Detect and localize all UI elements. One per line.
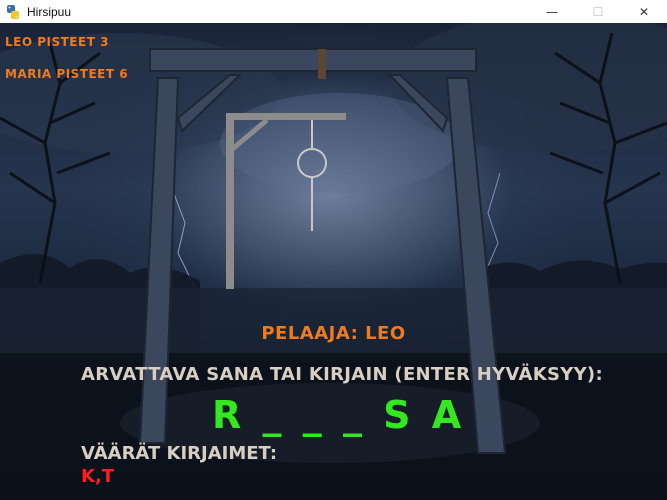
hangman-drawing: [226, 113, 346, 289]
title-bar[interactable]: Hirsipuu — ☐ ✕: [0, 0, 667, 24]
gallows-post: [226, 113, 234, 289]
wrong-letters-label: VÄÄRÄT KIRJAIMET:: [81, 443, 278, 464]
noose-loop: [297, 148, 327, 178]
wrong-letters-value: K,T: [81, 466, 115, 487]
maximize-button[interactable]: ☐: [575, 0, 621, 23]
guess-prompt: ARVATTAVA SANA TAI KIRJAIN (ENTER HYVÄKS…: [81, 364, 603, 385]
gallows-beam: [226, 113, 346, 120]
game-canvas[interactable]: LEO PISTEET 3 MARIA PISTEET 6 PELAAJA: L…: [0, 23, 667, 500]
game-window: Hirsipuu — ☐ ✕ LEO PISTEET 3 MARIA PISTE…: [0, 0, 667, 500]
current-player-label: PELAAJA: LEO: [261, 323, 406, 344]
gallows-brace: [228, 118, 269, 153]
window-title: Hirsipuu: [27, 4, 72, 19]
python-app-icon: [5, 4, 21, 20]
minimize-button[interactable]: —: [529, 0, 575, 23]
word-progress: R _ _ _ S A: [212, 393, 466, 437]
close-button[interactable]: ✕: [621, 0, 667, 23]
score-maria: MARIA PISTEET 6: [5, 67, 129, 81]
window-controls: — ☐ ✕: [529, 0, 667, 23]
score-leo: LEO PISTEET 3: [5, 35, 109, 49]
